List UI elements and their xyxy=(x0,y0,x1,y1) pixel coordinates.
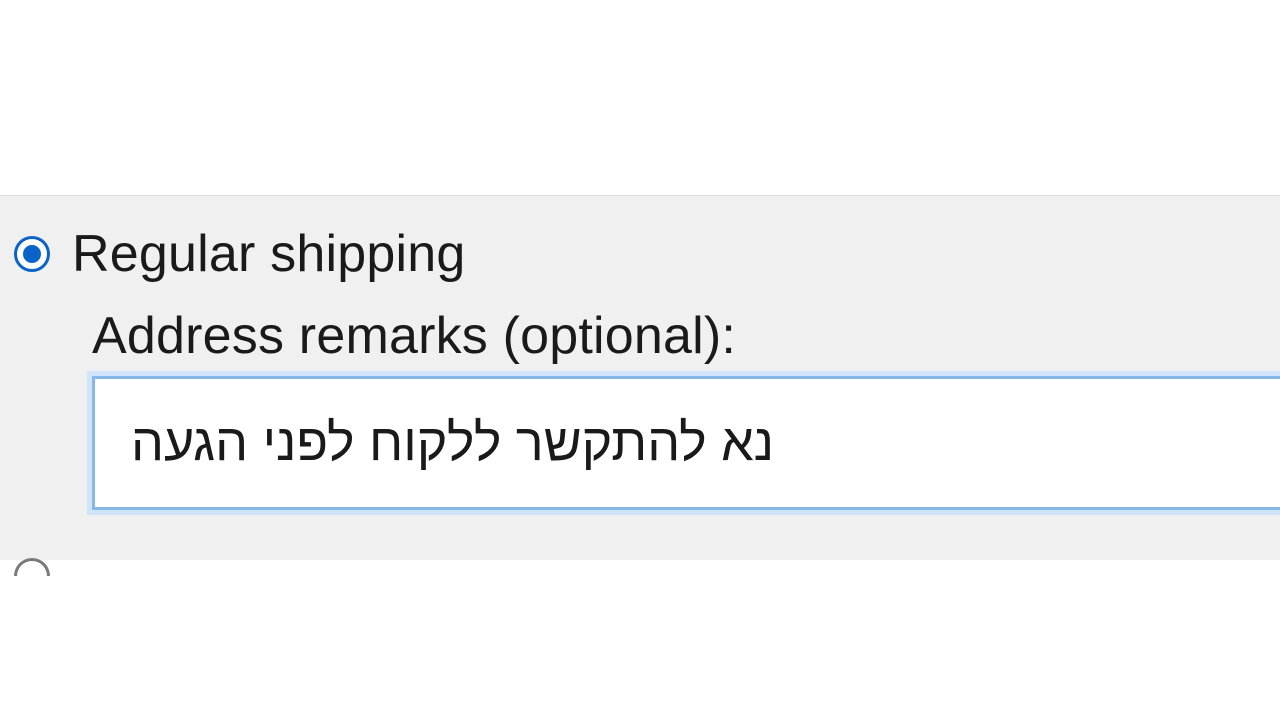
radio-checked-icon xyxy=(14,236,50,272)
shipping-option-regular-label: Regular shipping xyxy=(72,224,465,284)
radio-inner-dot xyxy=(23,245,41,263)
address-remarks-label: Address remarks (optional): xyxy=(92,306,1280,366)
address-remarks-input[interactable] xyxy=(92,376,1280,510)
shipping-option-regular[interactable]: Regular shipping xyxy=(14,224,1280,284)
address-remarks-input-wrap xyxy=(92,376,1280,510)
radio-unchecked-icon xyxy=(14,558,50,576)
shipping-fieldset: Regular shipping Address remarks (option… xyxy=(0,195,1280,560)
